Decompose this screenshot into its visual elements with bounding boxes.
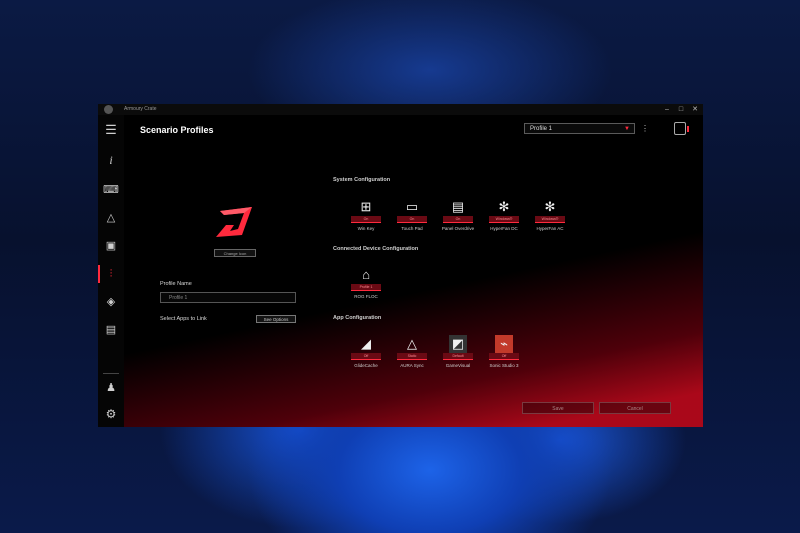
device-status-icon[interactable] <box>674 122 689 135</box>
status-badge: Default <box>443 353 473 360</box>
info-icon[interactable]: i <box>102 151 120 169</box>
touchpad-icon: ▭ <box>405 199 419 214</box>
tile-label: HyperFan DC <box>490 226 518 231</box>
tile-label: Sonic Studio 3 <box>489 363 519 368</box>
status-badge: Off <box>351 353 381 360</box>
aura-triangle-icon[interactable]: △ <box>102 209 120 227</box>
fan-ac-icon: ✻ <box>544 199 556 214</box>
keyboard-icon[interactable]: ⌨ <box>102 181 120 199</box>
status-badge: Profile 1 <box>351 284 381 291</box>
profile-name-input[interactable]: Profile 1 <box>160 292 296 303</box>
system-configuration-heading: System Configuration <box>333 177 391 183</box>
app-window: Armoury Crate – □ ✕ ☰ i ⌨ △ ▣ ⫶ ◈ ▤ ♟ ⚙ … <box>98 104 703 427</box>
cancel-button[interactable]: Cancel <box>599 402 671 414</box>
tile-panel-overdrive[interactable]: ▤ On Panel Overdrive <box>437 198 479 242</box>
tile-touch-pad[interactable]: ▭ On Touch Pad <box>391 198 433 242</box>
fan-icon: ✻ <box>498 199 510 214</box>
window-title: Armoury Crate <box>124 106 157 112</box>
tile-label: AURA Sync <box>400 363 424 368</box>
profile-dropdown-value: Profile 1 <box>530 126 553 132</box>
minimize-icon[interactable]: – <box>660 104 674 115</box>
tile-label: HyperFan AC <box>536 226 564 231</box>
app-configuration-heading: App Configuration <box>333 315 382 321</box>
tile-hyperfan-dc[interactable]: ✻ Windows® HyperFan DC <box>483 198 525 242</box>
select-apps-label: Select Apps to Link <box>160 316 207 322</box>
media-icon[interactable]: ▤ <box>102 321 120 339</box>
tile-rog-floc[interactable]: ⌂ Profile 1 ROG FLOC <box>345 266 387 310</box>
tile-hyperfan-ac[interactable]: ✻ Windows® HyperFan AC <box>529 198 571 242</box>
status-badge: On <box>443 216 473 223</box>
status-badge: Windows® <box>535 216 565 223</box>
profile-logo-icon <box>216 207 252 237</box>
profile-dropdown[interactable]: Profile 1 ▼ <box>524 123 635 134</box>
sidebar: ☰ i ⌨ △ ▣ ⫶ ◈ ▤ ♟ ⚙ <box>98 115 124 427</box>
tile-label: Panel Overdrive <box>441 226 475 231</box>
connected-device-heading: Connected Device Configuration <box>333 246 419 252</box>
gamepad-icon[interactable]: ▣ <box>102 237 120 255</box>
sidebar-divider <box>103 373 119 374</box>
more-options-icon[interactable]: ⋮ <box>641 123 649 134</box>
profile-name-label: Profile Name <box>160 281 192 287</box>
page-title: Scenario Profiles <box>140 125 214 135</box>
gear-icon[interactable]: ⚙ <box>102 405 120 423</box>
tile-sonic-studio[interactable]: ⌁ Off Sonic Studio 3 <box>483 335 525 379</box>
status-badge: Windows® <box>489 216 519 223</box>
change-icon-button[interactable]: Change Icon <box>214 249 256 257</box>
aura-icon: △ <box>407 336 417 351</box>
tile-label: GlideCache <box>354 363 378 368</box>
tile-label: Win Key <box>357 226 375 231</box>
windows-icon: ⊞ <box>360 199 372 214</box>
gamevisual-icon: ◩ <box>449 335 467 353</box>
scenario-profiles-icon[interactable]: ⫶ <box>98 265 120 283</box>
status-badge: Static <box>397 353 427 360</box>
status-badge: On <box>397 216 427 223</box>
tile-glidecache[interactable]: ◢ Off GlideCache <box>345 335 387 379</box>
maximize-icon[interactable]: □ <box>674 104 688 115</box>
status-badge: Off <box>489 353 519 360</box>
close-icon[interactable]: ✕ <box>688 104 702 115</box>
tile-gamevisual[interactable]: ◩ Default GameVisual <box>437 335 479 379</box>
glide-icon: ◢ <box>361 336 371 351</box>
sonic-icon: ⌁ <box>495 335 513 353</box>
mouse-icon: ⌂ <box>362 267 370 282</box>
main-content: Scenario Profiles Profile 1 ▼ ⋮ Change I… <box>124 115 703 427</box>
tile-aura-sync[interactable]: △ Static AURA Sync <box>391 335 433 379</box>
save-button[interactable]: Save <box>522 402 594 414</box>
app-logo-icon <box>104 105 113 114</box>
title-bar: Armoury Crate – □ ✕ <box>98 104 703 115</box>
user-icon[interactable]: ♟ <box>102 379 120 397</box>
chevron-down-icon: ▼ <box>624 126 630 132</box>
status-badge: On <box>351 216 381 223</box>
tile-label: GameVisual <box>445 363 471 368</box>
tag-icon[interactable]: ◈ <box>102 293 120 311</box>
tile-win-key[interactable]: ⊞ On Win Key <box>345 198 387 242</box>
tile-label: ROG FLOC <box>354 294 378 299</box>
menu-icon[interactable]: ☰ <box>102 121 120 139</box>
tile-label: Touch Pad <box>401 226 423 231</box>
panel-icon: ▤ <box>451 199 465 214</box>
see-options-button[interactable]: See Options <box>256 315 296 323</box>
